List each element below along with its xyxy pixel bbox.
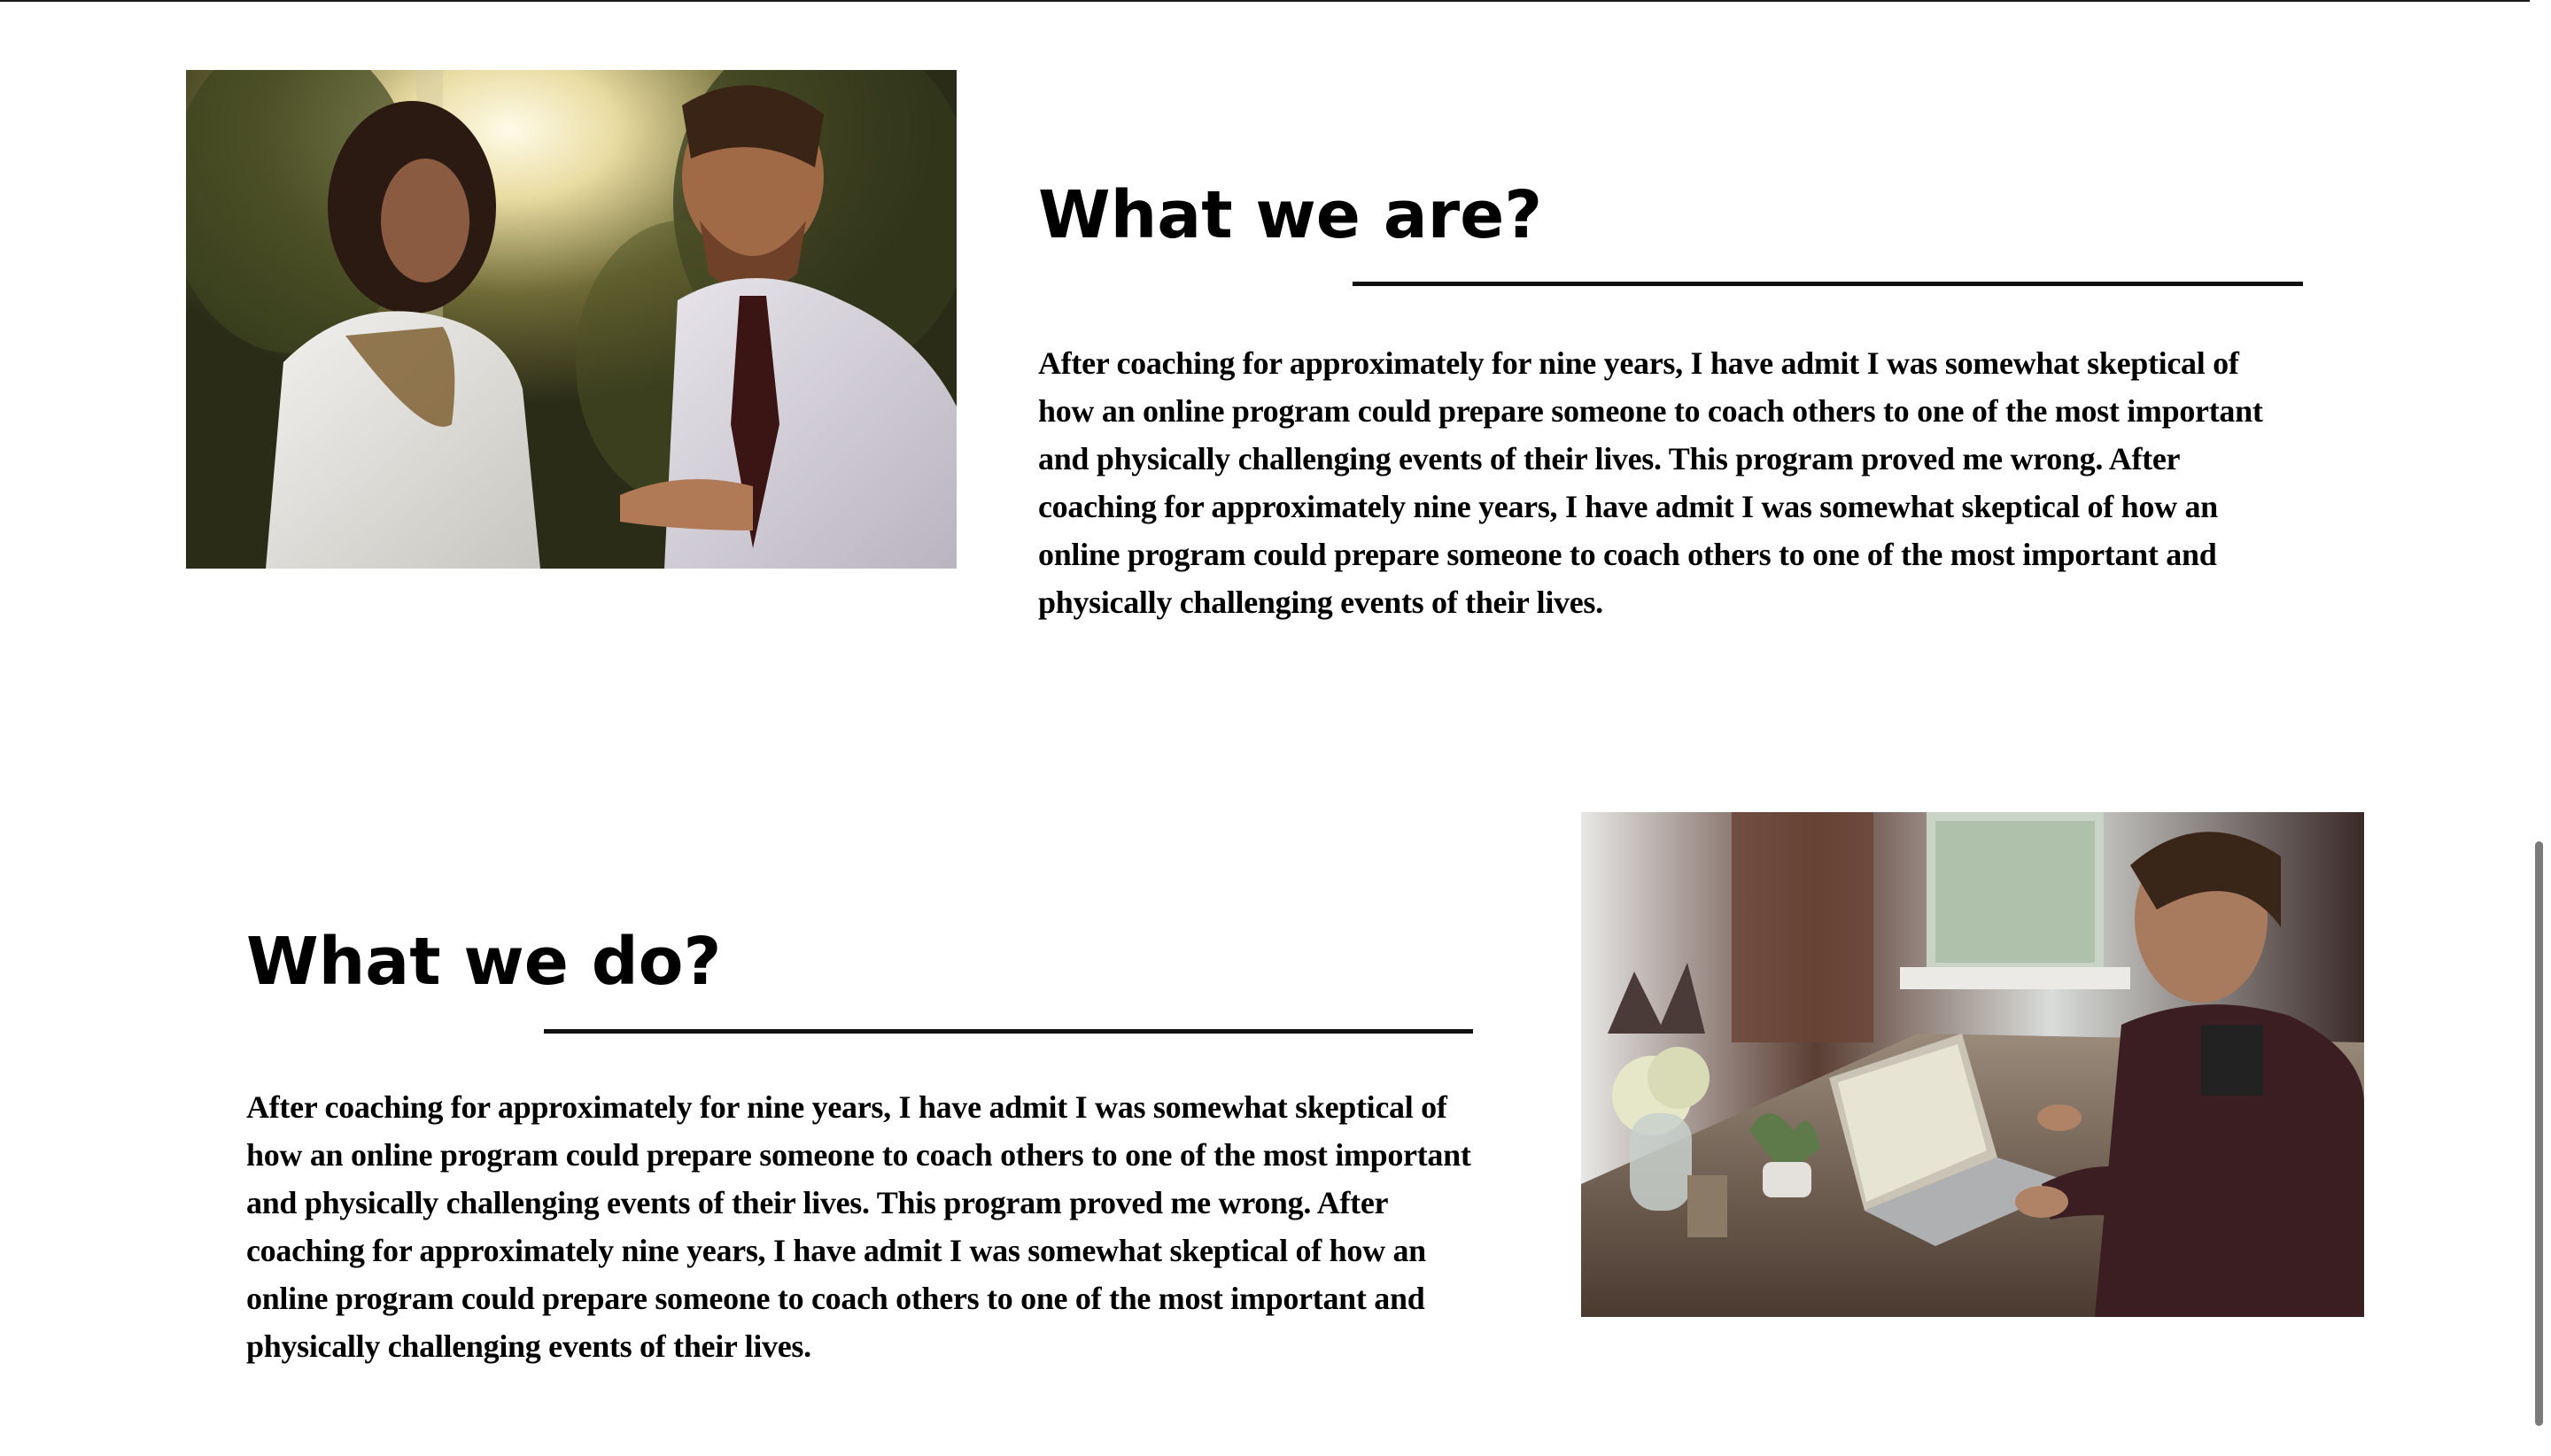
paragraph-line: how an online program could prepare some… <box>1038 393 2263 429</box>
section-heading-what-we-are: What we are? <box>1038 177 1543 253</box>
photo-man-working-on-laptop-image <box>1581 812 2364 1317</box>
vertical-scrollbar-thumb[interactable] <box>2535 841 2543 1426</box>
section-heading-what-we-do: What we do? <box>246 924 722 1000</box>
paragraph-line: online program could prepare someone to … <box>1038 537 2217 572</box>
paragraph-line: physically challenging events of their l… <box>1038 585 1603 620</box>
heading-underline <box>1353 282 2303 286</box>
paragraph-line: coaching for approximately nine years, I… <box>1038 489 2218 524</box>
paragraph-line: how an online program could prepare some… <box>246 1137 1471 1173</box>
paragraph-line: coaching for approximately nine years, I… <box>246 1233 1426 1268</box>
photo-two-people-talking-image <box>186 70 957 569</box>
paragraph-line: and physically challenging events of the… <box>1038 441 2181 476</box>
paragraph-line: After coaching for approximately for nin… <box>1038 345 2239 381</box>
section-paragraph-what-we-are: After coaching for approximately for nin… <box>1038 339 2314 626</box>
top-border <box>0 0 2551 2</box>
section-paragraph-what-we-do: After coaching for approximately for nin… <box>246 1083 1522 1370</box>
paragraph-line: After coaching for approximately for nin… <box>246 1089 1447 1125</box>
paragraph-line: physically challenging events of their l… <box>246 1328 811 1364</box>
heading-underline <box>544 1029 1473 1034</box>
paragraph-line: online program could prepare someone to … <box>246 1281 1425 1316</box>
paragraph-line: and physically challenging events of the… <box>246 1185 1389 1220</box>
